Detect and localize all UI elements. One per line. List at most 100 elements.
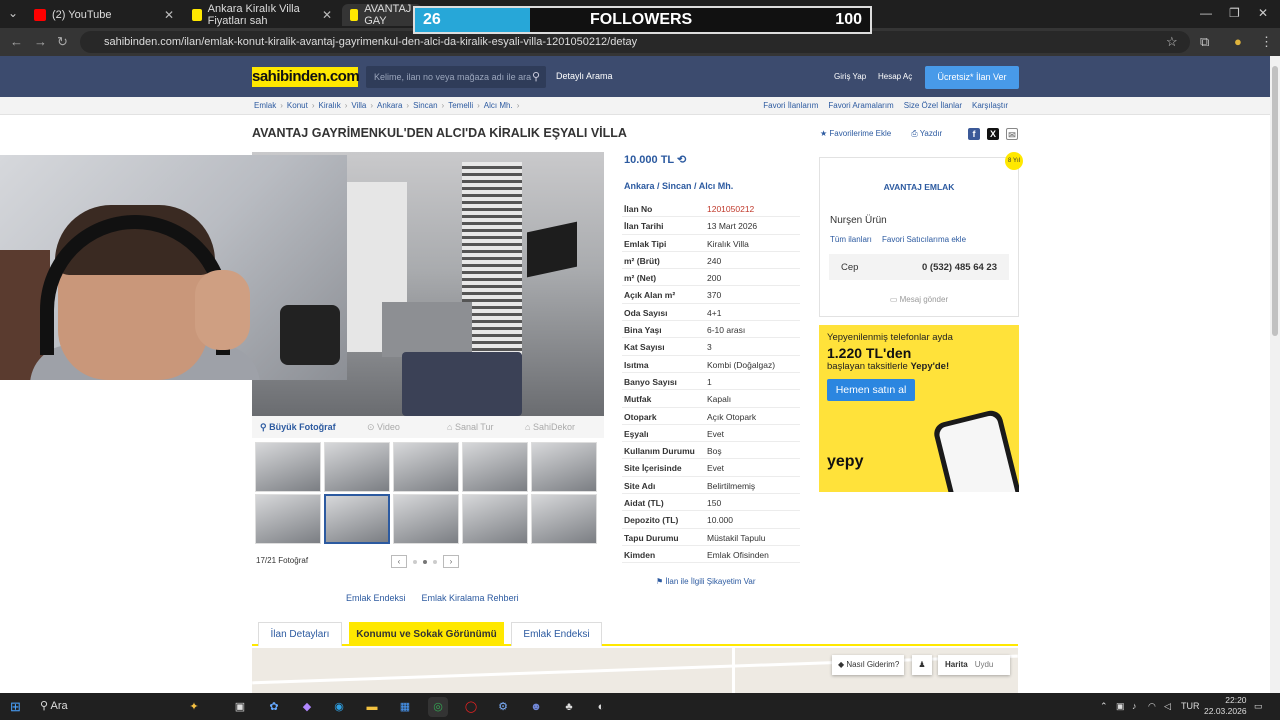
favorite-seller-link[interactable]: Favori Satıcılarıma ekle — [882, 235, 966, 244]
page-scrollbar[interactable] — [1270, 56, 1280, 693]
opera-icon[interactable]: ◯ — [461, 697, 481, 717]
all-listings-link[interactable]: Tüm ilanları — [830, 235, 872, 244]
app-icon[interactable]: ♣ — [559, 697, 579, 717]
language-indicator[interactable]: TUR — [1181, 701, 1200, 711]
page-dot[interactable] — [413, 559, 417, 564]
favorite-listings-link[interactable]: Favori İlanlarım — [763, 101, 818, 110]
signup-link[interactable]: Hesap Aç — [878, 72, 912, 81]
breadcrumb-item[interactable]: Temelli — [448, 101, 473, 110]
sparkle-icon[interactable]: ✦ — [184, 697, 204, 717]
facebook-icon[interactable]: f — [968, 128, 980, 140]
search-icon[interactable]: ⚲ — [532, 66, 540, 88]
post-listing-button[interactable]: Ücretsiz* İlan Ver — [925, 66, 1019, 89]
breadcrumb-item[interactable]: Sincan — [413, 101, 437, 110]
compare-link[interactable]: Karşılaştır — [972, 101, 1008, 110]
minimize-icon[interactable]: — — [1200, 6, 1212, 20]
notification-icon[interactable]: ▭ — [1254, 701, 1263, 712]
ad-buy-button[interactable]: Hemen satın al — [827, 379, 915, 401]
breadcrumb-item[interactable]: Kiralık — [318, 101, 340, 110]
menu-icon[interactable]: ⋮ — [1260, 34, 1273, 50]
location-city[interactable]: Ankara — [624, 181, 655, 191]
page-dot[interactable] — [433, 559, 437, 564]
favorite-searches-link[interactable]: Favori Aramalarım — [828, 101, 893, 110]
breadcrumb-item[interactable]: Villa — [351, 101, 366, 110]
thumbnail[interactable] — [393, 494, 459, 544]
tab-search-icon[interactable]: ⌄ — [8, 6, 18, 20]
video-tab[interactable]: ⊙ Video — [367, 422, 400, 433]
scrollbar-thumb[interactable] — [1272, 66, 1278, 336]
phone-number[interactable]: 0 (532) 485 64 23 — [922, 262, 997, 273]
thumbnail-selected[interactable] — [324, 494, 390, 544]
next-page-button[interactable]: › — [443, 555, 459, 568]
personal-listings-link[interactable]: Size Özel İlanlar — [904, 101, 962, 110]
windows-start-icon[interactable]: ⊞ — [10, 699, 21, 715]
copilot-icon[interactable]: ✿ — [264, 697, 284, 717]
breadcrumb-item[interactable]: Alcı Mh. — [484, 101, 513, 110]
tab-listing[interactable]: AVANTAJ GAY — [342, 3, 422, 27]
sahidekor-tab[interactable]: ⌂ SahiDekor — [525, 422, 575, 432]
steam-icon[interactable]: ⚙ — [493, 697, 513, 717]
edge-icon[interactable]: ◉ — [329, 697, 349, 717]
thumbnail[interactable] — [462, 494, 528, 544]
prev-page-button[interactable]: ‹ — [391, 555, 407, 568]
satellite-view-button[interactable]: Uydu — [975, 660, 994, 669]
close-window-icon[interactable]: ✕ — [1258, 6, 1268, 20]
thumbnail[interactable] — [531, 494, 597, 544]
file-explorer-icon[interactable]: ▬ — [362, 697, 382, 717]
bookmark-star-icon[interactable]: ☆ — [1166, 34, 1178, 50]
advanced-search-link[interactable]: Detaylı Arama — [556, 71, 613, 81]
obs-icon[interactable]: ◐ — [591, 697, 611, 717]
big-photo-tab[interactable]: ⚲ Büyük Fotoğraf — [260, 422, 336, 433]
agency-name[interactable]: AVANTAJ EMLAK — [820, 182, 1018, 192]
close-icon[interactable]: ✕ — [164, 8, 174, 22]
price-history-icon[interactable]: ⟲ — [677, 154, 686, 166]
site-logo[interactable]: sahibinden.com — [252, 67, 360, 87]
wifi-icon[interactable]: ◠ — [1148, 701, 1156, 712]
chrome-icon[interactable]: ◎ — [428, 697, 448, 717]
thumbnail[interactable] — [255, 494, 321, 544]
discord-icon[interactable]: ☻ — [526, 697, 546, 717]
thumbnail[interactable] — [324, 442, 390, 492]
reload-icon[interactable]: ↻ — [57, 34, 68, 50]
thumbnail[interactable] — [531, 442, 597, 492]
real-estate-index-link[interactable]: Emlak Endeksi — [346, 593, 406, 603]
app-icon[interactable]: ◆ — [297, 697, 317, 717]
x-icon[interactable]: X — [987, 128, 999, 140]
tray-chevron-icon[interactable]: ⌃ — [1100, 701, 1108, 712]
profile-avatar[interactable]: ● — [1234, 34, 1242, 49]
taskbar-search[interactable]: ⚲ Ara — [40, 699, 68, 712]
location-district[interactable]: Sincan — [662, 181, 692, 191]
page-dot-active[interactable] — [423, 559, 427, 564]
back-icon[interactable]: ← — [10, 34, 23, 49]
complaint-link[interactable]: ⚑ İlan ile İlgili Şikayetim Var — [656, 577, 756, 586]
thumbnail[interactable] — [255, 442, 321, 492]
microphone-icon[interactable]: ♪ — [1132, 701, 1137, 711]
map-view-button[interactable]: Harita — [938, 660, 975, 669]
clock[interactable]: 22:20 22.03.2026 — [1204, 695, 1247, 717]
location-neighborhood[interactable]: Alcı Mh. — [699, 181, 734, 191]
extensions-icon[interactable]: ⧉ — [1200, 34, 1209, 50]
restore-icon[interactable]: ❐ — [1229, 6, 1240, 20]
add-favorite-button[interactable]: ★ Favorilerime Ekle — [820, 129, 891, 139]
tab-villa-prices[interactable]: Ankara Kiralık Villa Fiyatları sah ✕ — [184, 3, 340, 27]
login-link[interactable]: Giriş Yap — [834, 72, 866, 81]
virtual-tour-tab[interactable]: ⌂ Sanal Tur — [447, 422, 493, 432]
tab-location[interactable]: Konumu ve Sokak Görünümü — [349, 622, 504, 646]
forward-icon[interactable]: → — [34, 34, 47, 49]
street-view-icon[interactable]: ♟ — [912, 655, 932, 675]
search-input[interactable]: Kelime, ilan no veya mağaza adı ile ara … — [366, 66, 546, 88]
rental-guide-link[interactable]: Emlak Kiralama Rehberi — [422, 593, 519, 603]
mail-icon[interactable]: ✉ — [1006, 128, 1018, 140]
close-icon[interactable]: ✕ — [322, 8, 332, 22]
task-view-icon[interactable]: ▣ — [230, 697, 250, 717]
thumbnail[interactable] — [462, 442, 528, 492]
breadcrumb-item[interactable]: Emlak — [254, 101, 276, 110]
breadcrumb-item[interactable]: Konut — [287, 101, 308, 110]
thumbnail[interactable] — [393, 442, 459, 492]
tray-icon[interactable]: ▣ — [1116, 701, 1125, 712]
directions-button[interactable]: ◆ Nasıl Giderim? — [832, 655, 904, 675]
yepy-ad-banner[interactable]: Yepyenilenmiş telefonlar ayda 1.220 TL'd… — [819, 325, 1019, 492]
print-button[interactable]: ⎙ Yazdır — [911, 129, 942, 139]
tab-index[interactable]: Emlak Endeksi — [511, 622, 602, 646]
send-message-link[interactable]: ▭ Mesaj gönder — [820, 295, 1018, 304]
